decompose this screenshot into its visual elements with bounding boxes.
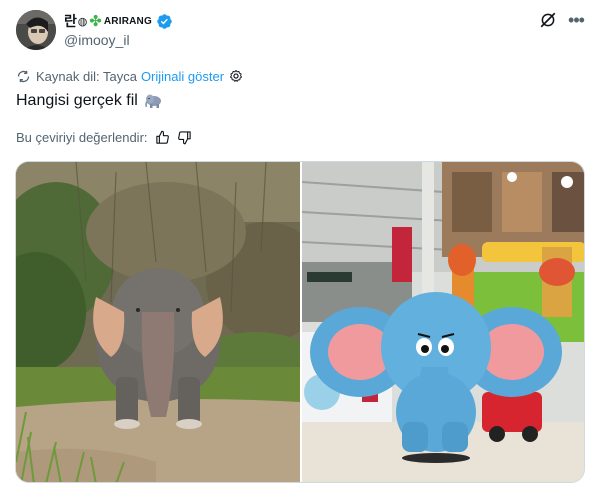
- photo-real-elephant[interactable]: [16, 162, 300, 482]
- more-icon[interactable]: •••: [566, 10, 586, 30]
- display-name[interactable]: 란 ◍ ✤ ARIRANG: [64, 12, 173, 30]
- eye-emoji-icon: ◍: [77, 15, 88, 28]
- source-language: Kaynak dil: Tayca: [36, 68, 137, 84]
- tweet-body: Hangisi gerçek fil: [16, 92, 138, 109]
- photo-mascot-elephant[interactable]: [302, 162, 584, 482]
- gear-icon[interactable]: [229, 69, 243, 83]
- clover-emoji-icon: ✤: [89, 12, 102, 30]
- show-original-link[interactable]: Orijinali göster: [141, 69, 224, 84]
- avatar[interactable]: [16, 10, 56, 50]
- thumbs-down-icon[interactable]: [177, 130, 192, 145]
- name-prefix: 란: [64, 13, 77, 29]
- user-handle[interactable]: @imooy_il: [64, 32, 130, 48]
- name-suffix: ARIRANG: [103, 15, 152, 27]
- media-gallery: [15, 161, 585, 483]
- translation-info: Kaynak dil: Tayca Orijinali göster: [16, 67, 243, 85]
- rate-translation: Bu çeviriyi değerlendir:: [16, 128, 192, 146]
- thumbs-up-icon[interactable]: [155, 130, 170, 145]
- translate-icon: [17, 70, 30, 82]
- tweet-header: 란 ◍ ✤ ARIRANG @imooy_il •••: [0, 0, 600, 60]
- verified-badge-icon: [157, 13, 172, 29]
- grok-icon[interactable]: [539, 11, 557, 29]
- elephant-emoji: [145, 94, 161, 108]
- rate-label: Bu çeviriyi değerlendir:: [16, 129, 148, 145]
- tweet-text: Hangisi gerçek fil: [16, 91, 163, 111]
